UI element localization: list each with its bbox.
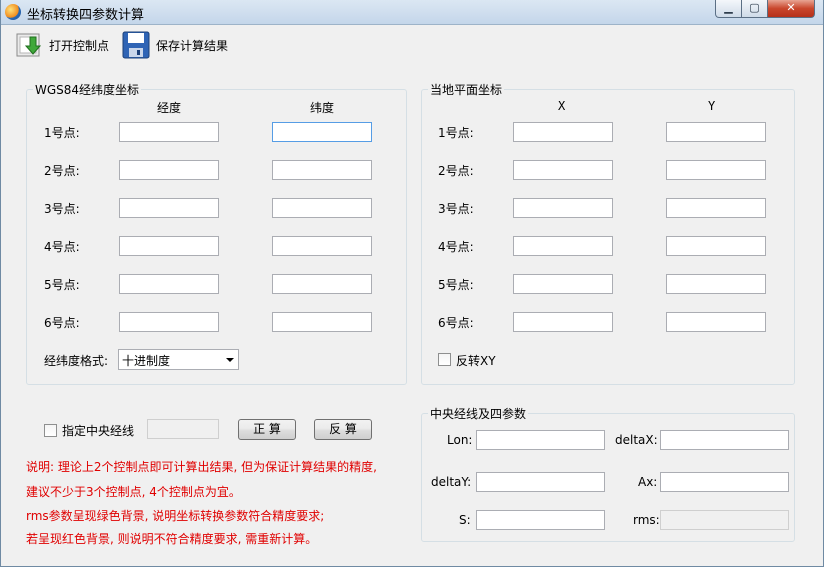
s-input[interactable] bbox=[476, 510, 605, 530]
lon-input[interactable] bbox=[476, 430, 605, 450]
reverse-calc-button[interactable]: 反 算 bbox=[314, 419, 372, 440]
main-window: 坐标转换四参数计算 ▁ ▢ ✕ 打开控制点 保存计算结果 WGS84经纬度坐标 bbox=[0, 0, 824, 567]
deltax-label: deltaX: bbox=[615, 433, 658, 447]
wgs-point-1-lon-input[interactable] bbox=[119, 122, 219, 142]
rms-input[interactable] bbox=[660, 510, 789, 530]
note-line-2: 建议不少于3个控制点, 4个控制点为宜。 bbox=[26, 485, 241, 499]
wgs-point-2-label: 2号点: bbox=[44, 164, 80, 178]
x-header: X bbox=[558, 99, 566, 113]
local-point-3-y-input[interactable] bbox=[666, 198, 766, 218]
coordinate-format-label: 经纬度格式: bbox=[44, 354, 109, 368]
wgs-point-5-lat-input[interactable] bbox=[272, 274, 372, 294]
save-results-button[interactable]: 保存计算结果 bbox=[122, 31, 232, 59]
local-point-2-x-input[interactable] bbox=[513, 160, 613, 180]
open-folder-icon bbox=[16, 33, 42, 57]
wgs-point-3-label: 3号点: bbox=[44, 202, 80, 216]
local-point-5-x-input[interactable] bbox=[513, 274, 613, 294]
open-control-points-label: 打开控制点 bbox=[49, 39, 110, 53]
dropdown-arrow-icon bbox=[226, 358, 234, 362]
local-point-5-label: 5号点: bbox=[438, 278, 474, 292]
rms-label: rms: bbox=[633, 513, 660, 527]
local-point-4-x-input[interactable] bbox=[513, 236, 613, 256]
deltay-input[interactable] bbox=[476, 472, 605, 492]
wgs-point-3-lon-input[interactable] bbox=[119, 198, 219, 218]
forward-calc-button[interactable]: 正 算 bbox=[238, 419, 296, 440]
wgs-point-6-lat-input[interactable] bbox=[272, 312, 372, 332]
reverse-xy-label: 反转XY bbox=[456, 354, 496, 368]
wgs-point-2-lat-input[interactable] bbox=[272, 160, 372, 180]
s-label: S: bbox=[459, 513, 471, 527]
local-point-4-label: 4号点: bbox=[438, 240, 474, 254]
local-point-1-x-input[interactable] bbox=[513, 122, 613, 142]
wgs-point-4-lat-input[interactable] bbox=[272, 236, 372, 256]
local-point-2-label: 2号点: bbox=[438, 164, 474, 178]
longitude-header: 经度 bbox=[157, 101, 182, 115]
parameters-group-title: 中央经线及四参数 bbox=[428, 405, 529, 422]
local-plane-group-title: 当地平面坐标 bbox=[428, 81, 505, 98]
note-line-4: 若呈现红色背景, 则说明不符合精度要求, 需重新计算。 bbox=[26, 532, 318, 546]
coordinate-format-select[interactable]: 十进制度 bbox=[118, 349, 239, 370]
ax-input[interactable] bbox=[660, 472, 789, 492]
local-point-6-y-input[interactable] bbox=[666, 312, 766, 332]
wgs-point-6-lon-input[interactable] bbox=[119, 312, 219, 332]
reverse-xy-checkbox[interactable] bbox=[438, 353, 451, 366]
local-point-1-y-input[interactable] bbox=[666, 122, 766, 142]
specify-central-meridian-label: 指定中央经线 bbox=[62, 424, 135, 438]
wgs-point-4-label: 4号点: bbox=[44, 240, 80, 254]
maximize-button[interactable]: ▢ bbox=[741, 0, 768, 18]
toolbar: 打开控制点 保存计算结果 bbox=[2, 25, 823, 65]
deltay-label: deltaY: bbox=[431, 475, 472, 489]
wgs-point-5-lon-input[interactable] bbox=[119, 274, 219, 294]
wgs-point-6-label: 6号点: bbox=[44, 316, 80, 330]
lon-label: Lon: bbox=[447, 433, 473, 447]
latitude-header: 纬度 bbox=[310, 101, 335, 115]
note-line-1: 说明: 理论上2个控制点即可计算出结果, 但为保证计算结果的精度, bbox=[26, 460, 377, 474]
wgs-point-3-lat-input[interactable] bbox=[272, 198, 372, 218]
local-point-2-y-input[interactable] bbox=[666, 160, 766, 180]
open-control-points-button[interactable]: 打开控制点 bbox=[15, 31, 115, 59]
local-point-6-x-input[interactable] bbox=[513, 312, 613, 332]
local-point-6-label: 6号点: bbox=[438, 316, 474, 330]
ax-label: Ax: bbox=[638, 475, 658, 489]
wgs-point-2-lon-input[interactable] bbox=[119, 160, 219, 180]
local-point-5-y-input[interactable] bbox=[666, 274, 766, 294]
save-disk-icon bbox=[122, 31, 150, 59]
central-meridian-input[interactable] bbox=[147, 419, 219, 439]
local-point-4-y-input[interactable] bbox=[666, 236, 766, 256]
wgs84-group-title: WGS84经纬度坐标 bbox=[33, 81, 142, 98]
wgs-point-5-label: 5号点: bbox=[44, 278, 80, 292]
close-button[interactable]: ✕ bbox=[767, 0, 815, 18]
wgs-point-1-label: 1号点: bbox=[44, 126, 80, 140]
minimize-button[interactable]: ▁ bbox=[715, 0, 742, 18]
specify-central-meridian-checkbox[interactable] bbox=[44, 424, 57, 437]
app-globe-icon bbox=[5, 4, 21, 20]
wgs-point-1-lat-input[interactable] bbox=[272, 122, 372, 142]
title-bar[interactable]: 坐标转换四参数计算 ▁ ▢ ✕ bbox=[1, 0, 823, 25]
local-point-1-label: 1号点: bbox=[438, 126, 474, 140]
deltax-input[interactable] bbox=[660, 430, 789, 450]
local-point-3-label: 3号点: bbox=[438, 202, 474, 216]
coordinate-format-value: 十进制度 bbox=[122, 354, 171, 368]
wgs-point-4-lon-input[interactable] bbox=[119, 236, 219, 256]
local-point-3-x-input[interactable] bbox=[513, 198, 613, 218]
window-title: 坐标转换四参数计算 bbox=[27, 8, 145, 23]
y-header: Y bbox=[708, 99, 716, 113]
save-results-label: 保存计算结果 bbox=[156, 39, 229, 53]
note-line-3: rms参数呈现绿色背景, 说明坐标转换参数符合精度要求; bbox=[26, 509, 325, 523]
